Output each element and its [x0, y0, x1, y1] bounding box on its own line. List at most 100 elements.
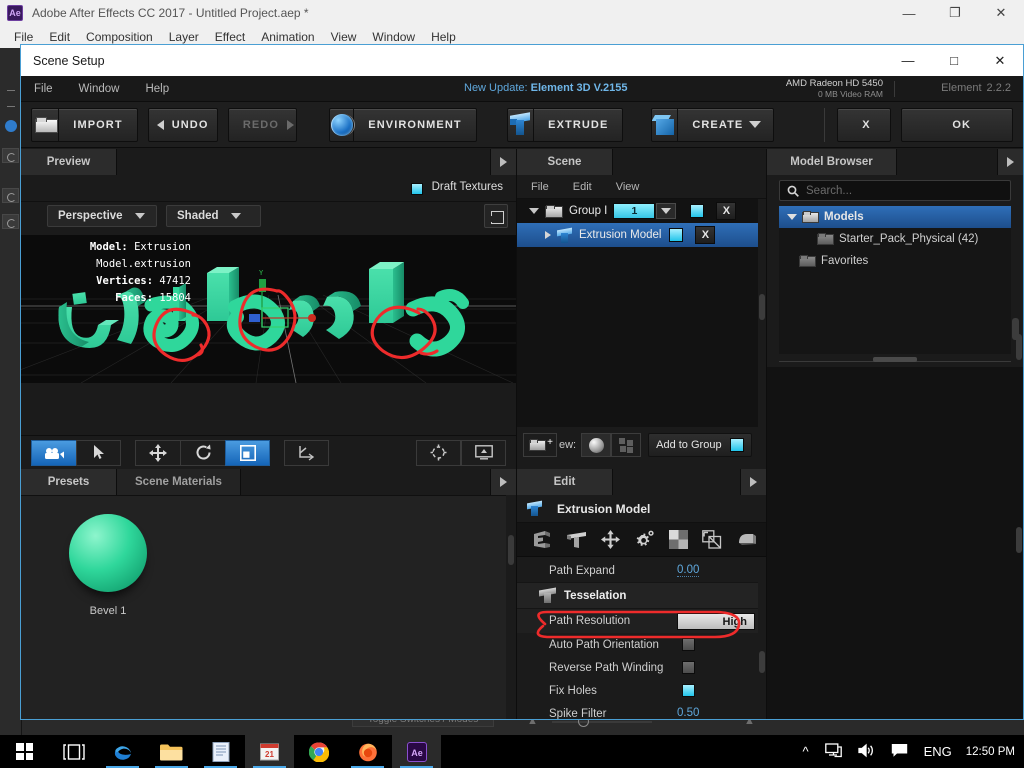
- undo-button[interactable]: UNDO: [147, 107, 218, 142]
- tesselation-icon[interactable]: [559, 527, 593, 553]
- expand-viewport-button[interactable]: [484, 204, 508, 228]
- tab-model-browser[interactable]: Model Browser: [767, 149, 897, 175]
- maximize-icon[interactable]: ❐: [932, 0, 978, 26]
- clock[interactable]: 12:50 PM: [966, 746, 1015, 758]
- calendar-icon[interactable]: 21: [245, 735, 294, 768]
- disclosure-triangle-icon[interactable]: [545, 231, 551, 239]
- fix-holes-checkbox[interactable]: [682, 684, 695, 697]
- uv-icon[interactable]: [695, 527, 729, 553]
- settings-icon[interactable]: [627, 527, 661, 553]
- scene-scroll-thumb[interactable]: [759, 294, 765, 320]
- disclosure-triangle-icon[interactable]: [787, 214, 797, 220]
- focus-target-icon[interactable]: [416, 439, 461, 466]
- property-row-path-expand[interactable]: Path Expand 0.00: [517, 559, 758, 582]
- model-visibility-checkbox[interactable]: [669, 228, 684, 242]
- dialog-minimize-icon[interactable]: —: [885, 45, 931, 76]
- extrude-icon[interactable]: [525, 527, 559, 553]
- task-view-icon[interactable]: [49, 735, 98, 768]
- property-value[interactable]: 0.00: [677, 564, 700, 577]
- rotate-tool-button[interactable]: [180, 439, 225, 466]
- close-icon[interactable]: ✕: [978, 0, 1024, 26]
- properties-scroll-thumb[interactable]: [759, 651, 765, 673]
- property-row-reverse-path-winding[interactable]: Reverse Path Winding: [517, 656, 758, 679]
- move-tool-button[interactable]: [135, 439, 180, 466]
- dialog-close-icon[interactable]: ✕: [977, 45, 1023, 76]
- auto-path-orientation-checkbox[interactable]: [682, 638, 695, 651]
- reverse-path-winding-checkbox[interactable]: [682, 661, 695, 674]
- tab-scene[interactable]: Scene: [517, 149, 613, 175]
- tree-item-models[interactable]: Models: [779, 206, 1011, 228]
- tab-edit[interactable]: Edit: [517, 469, 613, 495]
- property-row-auto-path-orientation[interactable]: Auto Path Orientation: [517, 633, 758, 656]
- tree-item-favorites[interactable]: Favorites: [779, 250, 1011, 272]
- composition-thumbnail-icon[interactable]: [5, 120, 17, 132]
- property-section-tesselation[interactable]: Tesselation: [517, 582, 758, 609]
- dock-panel-button[interactable]: [2, 148, 19, 163]
- camera-view-dropdown[interactable]: Perspective: [47, 205, 157, 227]
- dialog-menu-file[interactable]: File: [21, 83, 66, 95]
- add-to-group-button[interactable]: Add to Group: [648, 433, 752, 457]
- right-edge-scroll-thumb[interactable]: [1016, 527, 1022, 553]
- scene-row-group[interactable]: Group I 1 X: [517, 199, 758, 223]
- panel-resize-handle[interactable]: [873, 357, 917, 362]
- group-remove-button[interactable]: X: [716, 202, 737, 220]
- model-thumbnail-area[interactable]: [767, 367, 1023, 719]
- group-view-button[interactable]: [611, 433, 642, 457]
- scene-menu-edit[interactable]: Edit: [573, 181, 592, 193]
- ok-button[interactable]: OK: [901, 107, 1013, 142]
- tab-preview[interactable]: Preview: [21, 149, 117, 175]
- dialog-menu-window[interactable]: Window: [66, 83, 133, 95]
- property-row-path-resolution[interactable]: Path Resolution High: [517, 609, 758, 633]
- property-row-spike-filter[interactable]: Spike Filter 0.50: [517, 702, 758, 719]
- presets-scroll-thumb[interactable]: [508, 535, 514, 565]
- add-to-group-checkbox[interactable]: [729, 438, 744, 452]
- after-effects-icon[interactable]: Ae: [392, 735, 441, 768]
- path-resolution-value[interactable]: High: [677, 612, 755, 630]
- notepad-icon[interactable]: [196, 735, 245, 768]
- cancel-button[interactable]: X: [837, 107, 892, 142]
- render-preview-icon[interactable]: [461, 439, 506, 466]
- minimize-icon[interactable]: —: [886, 0, 932, 26]
- chrome-icon[interactable]: [294, 735, 343, 768]
- extrude-button[interactable]: EXTRUDE: [506, 107, 624, 142]
- bevel-icon[interactable]: [729, 527, 763, 553]
- tab-scene-materials[interactable]: Scene Materials: [117, 469, 241, 495]
- language-indicator[interactable]: ENG: [916, 744, 960, 759]
- dock-panel-button[interactable]: [2, 188, 19, 203]
- group-count-field[interactable]: 1: [613, 203, 656, 219]
- firefox-icon[interactable]: [343, 735, 392, 768]
- property-value[interactable]: 0.50: [677, 707, 699, 719]
- disclosure-triangle-icon[interactable]: [529, 208, 539, 214]
- model-browser-scrollbar[interactable]: [1012, 206, 1019, 354]
- model-remove-button[interactable]: X: [695, 226, 716, 244]
- right-edge-scroll-thumb[interactable]: [1016, 334, 1022, 360]
- volume-icon[interactable]: [850, 743, 883, 761]
- group-visibility-checkbox[interactable]: [690, 204, 705, 218]
- model-browser-panel-menu-icon[interactable]: [997, 149, 1023, 175]
- scale-tool-button[interactable]: [225, 439, 270, 466]
- dialog-maximize-icon[interactable]: □: [931, 45, 977, 76]
- material-view-button[interactable]: [581, 433, 612, 457]
- preset-item[interactable]: Bevel 1: [53, 514, 163, 617]
- draft-textures-checkbox[interactable]: [411, 183, 423, 195]
- action-center-icon[interactable]: [883, 743, 916, 761]
- presets-panel-menu-icon[interactable]: [490, 469, 516, 495]
- group-count-dropdown-icon[interactable]: [656, 203, 677, 219]
- local-axis-tool-button[interactable]: [284, 439, 329, 466]
- create-button[interactable]: CREATE: [651, 107, 775, 142]
- dialog-menu-help[interactable]: Help: [132, 83, 182, 95]
- scene-scrollbar[interactable]: [758, 199, 766, 427]
- network-icon[interactable]: [817, 742, 850, 761]
- new-group-button[interactable]: +: [523, 433, 557, 457]
- presets-scrollbar[interactable]: [506, 495, 516, 719]
- tab-presets[interactable]: Presets: [21, 469, 117, 495]
- environment-button[interactable]: ENVIRONMENT: [329, 107, 477, 142]
- edit-panel-menu-icon[interactable]: [740, 469, 766, 495]
- camera-tool-button[interactable]: [31, 439, 76, 466]
- search-input[interactable]: Search...: [779, 180, 1011, 201]
- preview-panel-menu-icon[interactable]: [490, 149, 516, 175]
- property-row-fix-holes[interactable]: Fix Holes: [517, 679, 758, 702]
- show-hidden-icons-chevron-up-icon[interactable]: ^: [794, 744, 816, 759]
- new-update-notice[interactable]: New Update: Element 3D V.2155: [464, 82, 627, 94]
- tree-item-starter-pack[interactable]: Starter_Pack_Physical (42): [779, 228, 1011, 250]
